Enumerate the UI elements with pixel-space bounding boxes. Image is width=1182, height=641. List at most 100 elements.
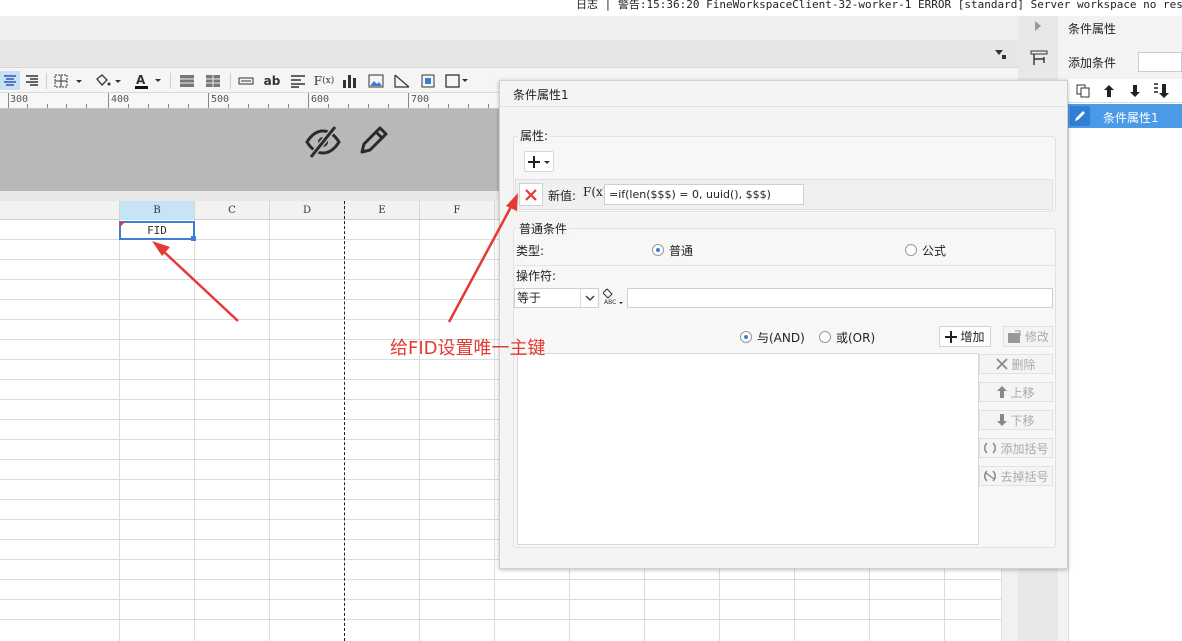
condition-list-box[interactable]	[517, 353, 979, 545]
operator-value: 等于	[517, 291, 542, 305]
title-strip	[0, 16, 1018, 40]
move-down-button[interactable]: 下移	[979, 410, 1053, 430]
down-button-label: 下移	[1010, 413, 1035, 428]
chart-icon[interactable]	[340, 71, 360, 90]
collapse-arrow-icon[interactable]	[1033, 20, 1045, 34]
svg-text:A: A	[136, 73, 146, 87]
sub-report-icon[interactable]	[418, 71, 438, 90]
column-header-e[interactable]: E	[345, 201, 420, 220]
add-attribute-button[interactable]	[524, 151, 554, 172]
delete-attribute-button[interactable]	[519, 183, 543, 206]
add-parenthesis-button[interactable]: 添加括号	[979, 438, 1053, 458]
remove-parenthesis-button[interactable]: 去掉括号	[979, 466, 1053, 486]
parenthesis-icon	[984, 442, 997, 454]
merge-cells-icon[interactable]	[176, 71, 198, 90]
frame-icon[interactable]	[444, 71, 470, 90]
move-up-button[interactable]: 上移	[979, 382, 1053, 402]
condition-item-label: 条件属性1	[1103, 111, 1159, 125]
operator-label: 操作符:	[516, 269, 557, 283]
image-icon[interactable]	[366, 71, 386, 90]
add-button-label: 增加	[960, 330, 985, 344]
log-text: 日志 | 警告:15:36:20 FineWorkspaceClient-32-…	[576, 0, 1182, 11]
new-value-label: 新值:	[548, 189, 577, 203]
ruler-label: 700	[411, 94, 430, 105]
pencil-icon[interactable]	[356, 124, 390, 158]
close-icon	[996, 358, 1009, 370]
ruler-label: 300	[10, 94, 29, 105]
svg-text:ABC: ABC	[604, 299, 616, 306]
column-header-f[interactable]: F	[420, 201, 495, 220]
type-formula-radio[interactable]	[905, 244, 917, 256]
paragraph-icon[interactable]	[288, 71, 308, 90]
expand-corner-icon[interactable]	[993, 47, 1007, 61]
add-paren-label: 添加括号	[1000, 441, 1049, 456]
add-condition-select[interactable]	[1138, 52, 1182, 72]
chevron-down-icon	[580, 289, 598, 307]
right-panel-title: 条件属性	[1068, 22, 1117, 36]
ruler: 300 400 500 600 700	[0, 93, 500, 109]
operator-value-input[interactable]	[627, 288, 1053, 308]
remove-paren-label: 去掉括号	[1000, 469, 1049, 484]
column-header-d[interactable]: D	[270, 201, 345, 220]
attribute-label: 属性:	[518, 127, 551, 144]
remove-parenthesis-icon	[984, 470, 997, 482]
operator-select[interactable]: 等于	[514, 288, 599, 308]
arrow-down-icon	[997, 414, 1008, 426]
column-header-b[interactable]: B	[120, 201, 195, 220]
move-up-icon[interactable]	[1100, 82, 1118, 100]
sort-icon[interactable]	[1152, 82, 1170, 100]
common-condition-label: 普通条件	[517, 220, 570, 237]
value-type-icon[interactable]: ABC	[602, 286, 625, 308]
log-bar: 日志 | 警告:15:36:20 FineWorkspaceClient-32-…	[0, 0, 1182, 16]
ruler-label: 500	[211, 94, 230, 105]
formula-editor-button[interactable]: F(x)	[583, 185, 607, 203]
formula-icon[interactable]: F (x)	[313, 71, 335, 90]
text-ab-icon[interactable]: ab	[262, 71, 282, 90]
and-label: 与(AND)	[757, 331, 805, 345]
edit-icon[interactable]	[1070, 106, 1090, 126]
dialog-title: 条件属性1	[513, 88, 569, 102]
fill-color-icon[interactable]	[92, 71, 124, 90]
page-break-line	[344, 201, 345, 641]
eye-slash-icon[interactable]	[305, 125, 341, 159]
move-down-icon[interactable]	[1126, 82, 1144, 100]
type-normal-radio[interactable]	[652, 244, 664, 256]
annotation-text: 给FID设置唯一主键	[390, 338, 546, 359]
column-header-a[interactable]	[0, 201, 120, 220]
or-label: 或(OR)	[836, 331, 876, 345]
font-color-icon[interactable]: A	[130, 71, 164, 90]
align-center-icon[interactable]	[0, 71, 20, 90]
column-header-c[interactable]: C	[195, 201, 270, 220]
up-button-label: 上移	[1010, 385, 1035, 400]
menu-strip	[0, 40, 1018, 68]
split-cells-icon[interactable]	[202, 71, 224, 90]
slash-icon[interactable]	[392, 71, 412, 90]
type-normal-label: 普通	[669, 244, 694, 258]
divider	[514, 265, 1055, 266]
modify-button-label: 修改	[1024, 330, 1049, 344]
right-panel-toolbar	[1068, 79, 1182, 103]
or-radio[interactable]	[819, 331, 831, 343]
delete-condition-button[interactable]: 删除	[979, 354, 1053, 374]
modify-condition-button[interactable]: 修改	[1003, 326, 1053, 347]
type-formula-label: 公式	[922, 244, 947, 258]
plus-icon	[945, 330, 958, 343]
and-radio[interactable]	[740, 331, 752, 343]
border-icon[interactable]	[52, 71, 84, 90]
type-label: 类型:	[516, 244, 545, 258]
delete-button-label: 删除	[1011, 357, 1036, 372]
dialog-divider	[500, 106, 1067, 107]
selected-cell-b1[interactable]: FID	[119, 221, 196, 241]
modify-icon	[1007, 330, 1021, 343]
condition-panel-icon[interactable]	[1030, 49, 1048, 67]
text-box-icon[interactable]	[236, 71, 256, 90]
add-condition-button[interactable]: 增加	[939, 326, 991, 347]
condition-list	[1068, 103, 1182, 641]
ruler-label: 600	[311, 94, 330, 105]
arrow-up-icon	[997, 386, 1008, 398]
copy-icon[interactable]	[1074, 82, 1092, 100]
formula-input[interactable]: =if(len($$$) = 0, uuid(), $$$)	[604, 184, 804, 205]
align-right-icon[interactable]	[22, 71, 42, 90]
add-condition-label: 添加条件	[1068, 56, 1117, 70]
cell-value: FID	[147, 224, 167, 237]
